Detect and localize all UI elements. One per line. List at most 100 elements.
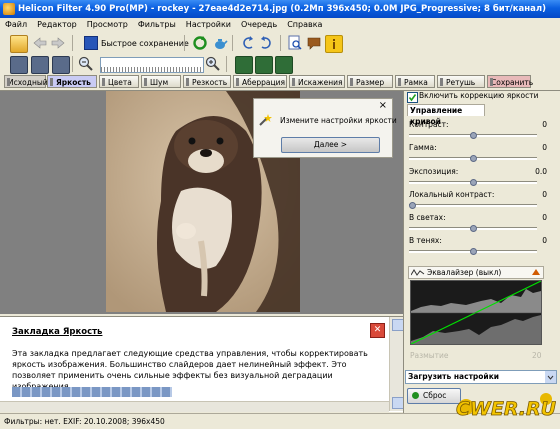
layout-2-icon[interactable] bbox=[255, 56, 273, 74]
layout-3-icon[interactable] bbox=[275, 56, 293, 74]
tab-aberration[interactable]: Аберрация bbox=[233, 75, 287, 88]
tab-size-label: Размер bbox=[356, 78, 385, 87]
tab-original[interactable]: Исходный bbox=[4, 75, 48, 88]
menu-file[interactable]: Файл bbox=[0, 18, 32, 32]
menu-bar: Файл Редактор Просмотр Фильтры Настройки Очер… bbox=[0, 18, 560, 32]
document-search-icon[interactable] bbox=[287, 35, 303, 51]
zoom-in-icon[interactable] bbox=[205, 56, 221, 72]
gamma-slider[interactable] bbox=[409, 155, 537, 162]
toolbar-separator bbox=[232, 35, 233, 51]
contrast-label: Контраст: bbox=[409, 120, 449, 129]
toolbar-separator bbox=[226, 56, 227, 72]
shadows-slider[interactable] bbox=[409, 248, 537, 255]
title-bar: Helicon Filter 4.90 Pro(MP) - rockey - 2… bbox=[0, 0, 560, 18]
exposure-slider[interactable] bbox=[409, 179, 537, 186]
curve-control-tab[interactable]: Управление кривой bbox=[407, 104, 485, 126]
help-screenshot-thumbnail bbox=[12, 387, 172, 397]
shadows-label: В тенях: bbox=[409, 236, 442, 245]
shadows-thumb[interactable] bbox=[470, 248, 477, 255]
tab-frame[interactable]: Рамка bbox=[395, 75, 435, 88]
equalizer-icon bbox=[410, 268, 425, 279]
menu-filters[interactable]: Фильтры bbox=[133, 18, 181, 32]
brightness-curve-graph[interactable] bbox=[410, 280, 542, 345]
open-folder-icon[interactable] bbox=[10, 35, 28, 53]
highlights-slider[interactable] bbox=[409, 225, 537, 232]
zoom-out-icon[interactable] bbox=[78, 56, 94, 72]
status-text: Фильтры: нет. EXIF: 20.10.2008; 396x450 bbox=[4, 417, 165, 426]
tab-save[interactable]: Сохранить bbox=[487, 75, 534, 88]
highlights-label: В светах: bbox=[409, 213, 446, 222]
exposure-thumb[interactable] bbox=[470, 179, 477, 186]
layout-1-icon[interactable] bbox=[235, 56, 253, 74]
window-title: Helicon Filter 4.90 Pro(MP) - rockey - 2… bbox=[18, 4, 547, 14]
back-arrow-icon[interactable] bbox=[32, 35, 48, 51]
view-split-icon[interactable] bbox=[52, 56, 70, 74]
tab-size[interactable]: Размер bbox=[347, 75, 393, 88]
view-toolbar bbox=[0, 54, 560, 75]
tab-sharpness-label: Резкость bbox=[192, 78, 228, 87]
highlights-value: 0 bbox=[542, 213, 547, 222]
tab-sharpness[interactable]: Резкость bbox=[183, 75, 231, 88]
toolbar-separator bbox=[280, 35, 281, 51]
zoom-slider-ticks bbox=[101, 67, 203, 72]
tab-distortion-label: Искажения bbox=[298, 78, 343, 87]
svg-text:CWER.RU: CWER.RU bbox=[456, 398, 556, 420]
dialog-text: Измените настройки яркости bbox=[280, 116, 397, 125]
tab-retouch[interactable]: Ретушь bbox=[437, 75, 485, 88]
tab-noise[interactable]: Шум bbox=[141, 75, 181, 88]
tab-brightness[interactable]: Яркость bbox=[47, 75, 97, 88]
local-contrast-value: 0 bbox=[542, 190, 547, 199]
dialog-next-button[interactable]: Далее > bbox=[281, 137, 380, 153]
exposure-label: Экспозиция: bbox=[409, 167, 459, 176]
teapot-icon[interactable] bbox=[212, 35, 228, 51]
tab-retouch-label: Ретушь bbox=[446, 78, 476, 87]
menu-view[interactable]: Просмотр bbox=[82, 18, 133, 32]
contrast-value: 0 bbox=[542, 120, 547, 129]
refresh-icon[interactable] bbox=[192, 35, 208, 51]
zoom-slider[interactable] bbox=[100, 57, 204, 73]
toolbar-separator bbox=[72, 56, 73, 72]
local-contrast-slider[interactable] bbox=[409, 202, 537, 209]
reset-button[interactable]: Сброс bbox=[407, 388, 461, 404]
view-single-icon[interactable] bbox=[10, 56, 28, 74]
blur-faded-label: Размытие bbox=[410, 351, 449, 360]
chevron-down-icon[interactable] bbox=[545, 371, 556, 383]
shadows-value: 0 bbox=[542, 236, 547, 245]
help-close-icon[interactable]: ✕ bbox=[370, 323, 385, 338]
enable-correction-checkbox[interactable] bbox=[407, 92, 418, 103]
load-settings-dropdown[interactable]: Загрузить настройки bbox=[405, 370, 557, 384]
view-compare-icon[interactable] bbox=[31, 56, 49, 74]
comment-icon[interactable] bbox=[306, 35, 322, 51]
forward-arrow-icon[interactable] bbox=[50, 35, 66, 51]
dialog-close-button[interactable]: × bbox=[379, 100, 387, 111]
tab-colors[interactable]: Цвета bbox=[99, 75, 139, 88]
collapse-up-icon[interactable] bbox=[532, 269, 540, 275]
enable-correction-label: Включить коррекцию яркости bbox=[419, 91, 539, 100]
rotate-right-icon[interactable] bbox=[258, 35, 274, 51]
gamma-thumb[interactable] bbox=[470, 155, 477, 162]
quick-save-button[interactable]: Быстрое сохранение bbox=[84, 35, 189, 51]
menu-queue[interactable]: Очередь bbox=[236, 18, 282, 32]
contrast-slider[interactable] bbox=[409, 132, 537, 139]
reset-label: Сброс bbox=[423, 391, 447, 400]
tab-original-label: Исходный bbox=[8, 78, 48, 87]
tab-distortion[interactable]: Искажения bbox=[289, 75, 345, 88]
local-contrast-thumb[interactable] bbox=[409, 202, 416, 209]
tab-save-label: Сохранить bbox=[491, 78, 534, 87]
contrast-thumb[interactable] bbox=[470, 132, 477, 139]
tab-noise-label: Шум bbox=[150, 78, 169, 87]
equalizer-header[interactable]: Эквалайзер (выкл) bbox=[408, 266, 544, 279]
rotate-left-icon[interactable] bbox=[240, 35, 256, 51]
app-icon bbox=[3, 3, 15, 15]
menu-editor[interactable]: Редактор bbox=[32, 18, 82, 32]
menu-help[interactable]: Справка bbox=[282, 18, 327, 32]
tab-frame-label: Рамка bbox=[404, 78, 428, 87]
help-scrollbar[interactable] bbox=[389, 317, 404, 411]
help-hscrollbar[interactable] bbox=[0, 401, 389, 412]
info-icon[interactable] bbox=[325, 35, 343, 53]
quick-save-label: Быстрое сохранение bbox=[101, 38, 189, 48]
menu-settings[interactable]: Настройки bbox=[181, 18, 236, 32]
help-title: Закладка Яркость bbox=[12, 327, 103, 337]
highlights-thumb[interactable] bbox=[470, 225, 477, 232]
local-contrast-label: Локальный контраст: bbox=[409, 190, 495, 199]
